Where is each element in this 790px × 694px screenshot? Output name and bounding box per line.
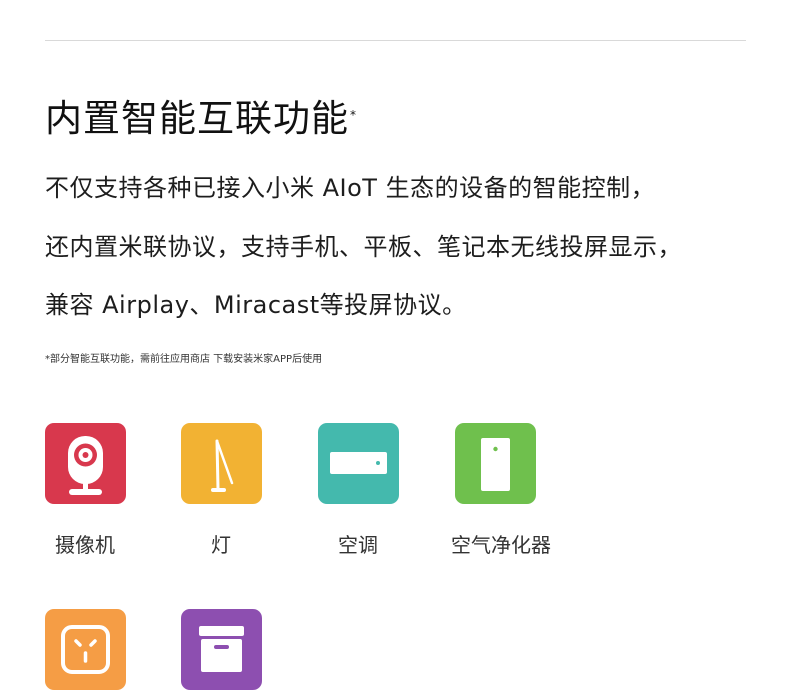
storage-box-tile[interactable] (181, 609, 262, 690)
camera-tile[interactable] (45, 423, 126, 504)
description-line-3: 兼容 Airplay、Miracast等投屏协议。 (45, 291, 467, 319)
device-label-air-conditioner: 空调 (338, 533, 378, 557)
device-label-camera: 摄像机 (55, 533, 115, 557)
section-title: 内置智能互联功能* (45, 97, 357, 140)
air-conditioner-icon (330, 452, 387, 474)
top-divider (45, 40, 746, 41)
device-label-air-purifier: 空气净化器 (451, 533, 551, 557)
smart-socket-icon (61, 625, 110, 674)
air-purifier-icon (481, 438, 510, 491)
air-conditioner-tile[interactable] (318, 423, 399, 504)
description-line-1: 不仅支持各种已接入小米 AIoT 生态的设备的智能控制， (45, 174, 656, 202)
device-label-lamp: 灯 (211, 533, 231, 557)
lamp-icon (211, 439, 234, 492)
footnote: *部分智能互联功能，需前往应用商店 下载安装米家APP后使用 (45, 354, 323, 365)
storage-box-icon (199, 626, 244, 672)
lamp-tile[interactable] (181, 423, 262, 504)
camera-icon (68, 436, 103, 495)
smart-socket-tile[interactable] (45, 609, 126, 690)
title-footnote-mark: * (350, 108, 357, 122)
description-line-2: 还内置米联协议，支持手机、平板、笔记本无线投屏显示， (45, 233, 682, 261)
air-purifier-tile[interactable] (455, 423, 536, 504)
